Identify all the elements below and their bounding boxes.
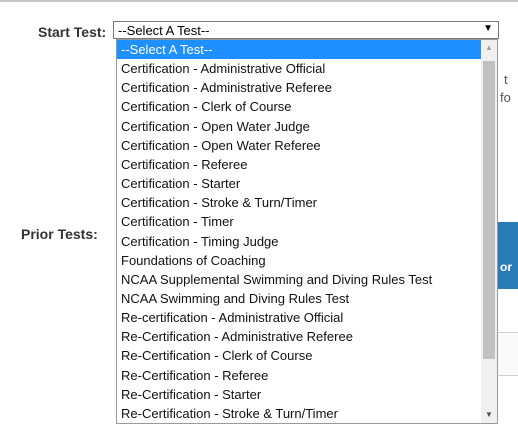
dropdown-option[interactable]: Certification - Timer <box>117 212 481 231</box>
dropdown-option[interactable]: --Select A Test-- <box>117 40 481 59</box>
background-button-text: or <box>500 260 512 274</box>
dropdown-option[interactable]: Certification - Stroke & Turn/Timer <box>117 193 481 212</box>
test-dropdown-list[interactable]: --Select A Test-- Certification - Adminis… <box>116 39 498 424</box>
dropdown-option[interactable]: Certification - Timing Judge <box>117 232 481 251</box>
background-text-fragment: t <box>504 72 508 87</box>
dropdown-option[interactable]: Certification - Clerk of Course <box>117 97 481 116</box>
start-test-select[interactable]: --Select A Test-- ▼ <box>113 21 499 39</box>
dropdown-option[interactable]: NCAA Supplemental Swimming and Diving Ru… <box>117 270 481 289</box>
dropdown-option[interactable]: Re-Certification - Administrative Refere… <box>117 327 481 346</box>
dropdown-option[interactable]: Re-Certification - Referee <box>117 366 481 385</box>
dropdown-option[interactable]: Certification - Starter <box>117 174 481 193</box>
dropdown-option[interactable]: NCAA Swimming and Diving Rules Test <box>117 289 481 308</box>
dropdown-option[interactable]: Certification - Open Water Judge <box>117 117 481 136</box>
dropdown-option[interactable]: Re-certification - Administrative Offici… <box>117 308 481 327</box>
chevron-down-icon[interactable]: ▼ <box>483 23 493 34</box>
top-divider <box>0 0 518 2</box>
dropdown-option[interactable]: Certification - Open Water Referee <box>117 136 481 155</box>
background-text-fragment-2: fo <box>500 90 511 105</box>
dropdown-scrollbar[interactable]: ▲ ▼ <box>481 40 497 423</box>
background-button-fragment <box>498 222 518 289</box>
triangle-down-icon[interactable]: ▼ <box>481 407 497 423</box>
select-value: --Select A Test-- <box>118 23 210 38</box>
triangle-up-icon[interactable]: ▲ <box>481 40 497 56</box>
dropdown-option[interactable]: Re-Certification - Starter <box>117 385 481 404</box>
prior-tests-label: Prior Tests: <box>21 226 98 242</box>
start-test-label: Start Test: <box>38 24 107 40</box>
dropdown-option[interactable]: Certification - Administrative Official <box>117 59 481 78</box>
dropdown-option[interactable]: Certification - Referee <box>117 155 481 174</box>
dropdown-option[interactable]: Certification - Administrative Referee <box>117 78 481 97</box>
scrollbar-thumb[interactable] <box>483 61 495 359</box>
dropdown-option[interactable]: Re-Certification - Stroke & Turn/Timer <box>117 404 481 423</box>
dropdown-option[interactable]: Re-Certification - Clerk of Course <box>117 346 481 365</box>
dropdown-option[interactable]: Foundations of Coaching <box>117 251 481 270</box>
